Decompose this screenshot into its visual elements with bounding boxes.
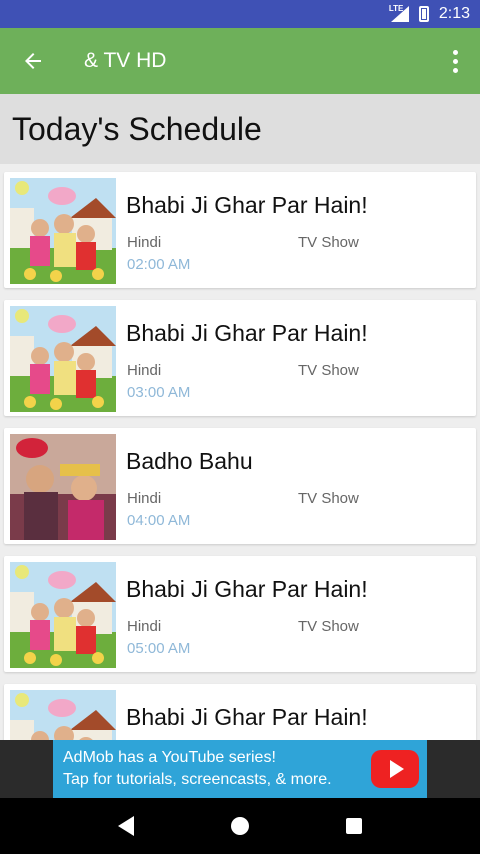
app-bar: & TV HD xyxy=(0,28,480,94)
more-vert-icon[interactable] xyxy=(430,28,480,94)
schedule-card[interactable]: Bhabi Ji Ghar Par Hain! Hindi TV Show 03:00… xyxy=(4,300,476,416)
ad-content[interactable]: AdMob has a YouTube series! Tap for tuto… xyxy=(53,740,427,798)
system-nav-bar xyxy=(0,798,480,854)
section-title: Today's Schedule xyxy=(0,94,480,164)
show-language: Hindi xyxy=(127,362,162,379)
show-name: Bhabi Ji Ghar Par Hain! xyxy=(126,192,368,218)
schedule-card[interactable]: Bhabi Ji Ghar Par Hain!HindiTV Show06:00… xyxy=(4,684,476,740)
show-time: 03:00 AM xyxy=(127,384,191,401)
show-name: Bhabi Ji Ghar Par Hain! xyxy=(126,576,368,602)
status-time: 2:13 xyxy=(438,5,470,22)
nav-recents-icon[interactable] xyxy=(345,818,362,834)
network-type: LTE xyxy=(388,4,404,13)
signal-icon: LTE xyxy=(388,4,409,22)
arrow-back-icon[interactable] xyxy=(0,28,66,94)
show-name: Badho Bahu xyxy=(126,448,253,474)
show-type: TV Show xyxy=(298,362,359,379)
battery-icon xyxy=(418,6,429,22)
show-type: TV Show xyxy=(298,490,359,507)
show-language: Hindi xyxy=(127,618,162,635)
show-name: Bhabi Ji Ghar Par Hain! xyxy=(126,320,368,346)
show-type: TV Show xyxy=(298,618,359,635)
schedule-card[interactable]: Bhabi Ji Ghar Par Hain! Hindi TV Show 02:00… xyxy=(4,172,476,288)
nav-home-icon[interactable] xyxy=(230,817,249,835)
show-language: Hindi xyxy=(127,490,162,507)
nav-back-icon[interactable] xyxy=(118,816,135,836)
show-thumbnail xyxy=(10,690,116,740)
schedule-card[interactable]: Bhabi Ji Ghar Par Hain! Hindi TV Show 05:00… xyxy=(4,556,476,672)
show-type: TV Show xyxy=(298,234,359,251)
youtube-play-icon[interactable] xyxy=(371,750,419,788)
screen-title: & TV HD xyxy=(84,49,167,72)
show-time: 05:00 AM xyxy=(127,640,191,657)
show-thumbnail xyxy=(10,562,116,668)
show-name: Bhabi Ji Ghar Par Hain! xyxy=(126,704,368,730)
show-thumbnail xyxy=(10,306,116,412)
ad-banner[interactable]: AdMob has a YouTube series! Tap for tuto… xyxy=(0,740,480,798)
show-language: Hindi xyxy=(127,234,162,251)
status-bar: LTE 2:13 xyxy=(0,0,480,28)
show-thumbnail xyxy=(10,434,116,540)
show-thumbnail xyxy=(10,178,116,284)
schedule-card[interactable]: Badho Bahu Hindi TV Show 04:00 AM xyxy=(4,428,476,544)
show-time: 04:00 AM xyxy=(127,512,191,529)
schedule-list[interactable]: Bhabi Ji Ghar Par Hain! Hindi TV Show 02:00… xyxy=(0,164,480,740)
show-time: 02:00 AM xyxy=(127,256,191,273)
